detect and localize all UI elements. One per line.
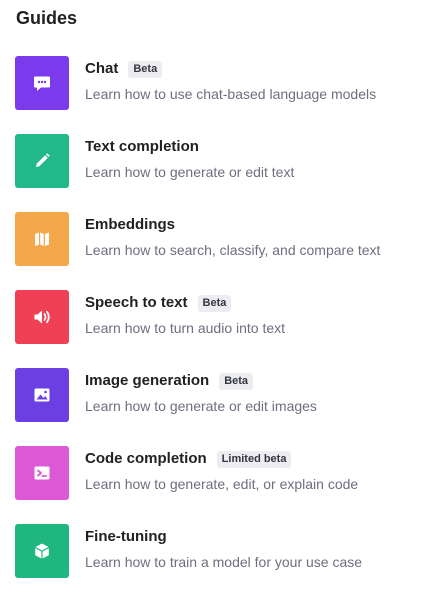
guide-item-embeddings[interactable]: Embeddings Learn how to search, classify… (15, 212, 415, 266)
guide-title: Fine-tuning (85, 528, 167, 545)
guide-title-row: Chat Beta (85, 59, 163, 79)
guide-title-row: Speech to text Beta (85, 293, 232, 313)
image-icon (34, 388, 50, 402)
guide-item-speech-to-text[interactable]: Speech to text Beta Learn how to turn au… (15, 290, 415, 344)
speaker-icon (34, 310, 50, 324)
chat-bubble-icon (34, 76, 50, 91)
guide-description: Learn how to use chat-based language mod… (85, 86, 377, 102)
guide-title: Text completion (85, 138, 199, 155)
guide-item-image-generation[interactable]: Image generation Beta Learn how to gener… (15, 368, 415, 422)
cube-icon (35, 543, 49, 559)
guide-icon-tile (15, 134, 69, 188)
guide-item-fine-tuning[interactable]: Fine-tuning Learn how to train a model f… (15, 524, 415, 578)
beta-badge: Beta (197, 294, 232, 312)
guide-title-row: Text completion (85, 137, 199, 157)
terminal-icon (34, 466, 50, 480)
guide-description: Learn how to train a model for your use … (85, 554, 363, 570)
guide-icon-tile (15, 290, 69, 344)
page-title: Guides (16, 8, 78, 28)
guide-description: Learn how to turn audio into text (85, 320, 286, 336)
guide-description: Learn how to generate or edit images (85, 398, 317, 414)
guide-description: Learn how to generate or edit text (85, 164, 295, 180)
guide-title-row: Image generation Beta (85, 371, 254, 391)
guide-title-row: Fine-tuning (85, 527, 167, 547)
guide-item-chat[interactable]: Chat Beta Learn how to use chat-based la… (15, 56, 415, 110)
beta-badge: Beta (128, 60, 163, 78)
pencil-icon (36, 153, 50, 167)
guide-title: Speech to text (85, 294, 188, 311)
guide-item-code-completion[interactable]: Code completion Limited beta Learn how t… (15, 446, 415, 500)
guide-icon-tile (15, 368, 69, 422)
map-icon (35, 232, 49, 246)
guide-icon-tile (15, 56, 69, 110)
guide-title-row: Embeddings (85, 215, 175, 235)
guide-icon-tile (15, 524, 69, 578)
limited-beta-badge: Limited beta (216, 450, 292, 468)
beta-badge: Beta (219, 372, 254, 390)
guide-title: Code completion (85, 450, 207, 467)
guide-title: Chat (85, 60, 119, 77)
guide-icon-tile (15, 212, 69, 266)
guide-title: Image generation (85, 372, 210, 389)
guide-title: Embeddings (85, 216, 176, 233)
guide-description: Learn how to generate, edit, or explain … (85, 476, 359, 492)
guide-description: Learn how to search, classify, and compa… (85, 242, 381, 258)
guide-item-text-completion[interactable]: Text completion Learn how to generate or… (15, 134, 415, 188)
guide-title-row: Code completion Limited beta (85, 449, 292, 469)
guide-icon-tile (15, 446, 69, 500)
